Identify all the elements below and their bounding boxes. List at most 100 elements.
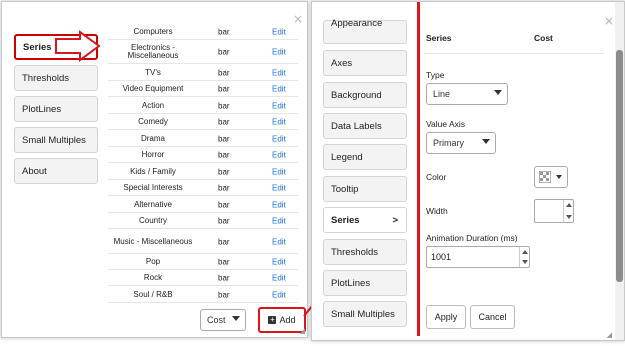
nav-small-multiples[interactable]: Small Multiples [14,127,98,153]
edit-link[interactable]: Edit [272,290,286,299]
nav-background[interactable]: Background [323,82,407,108]
edit-link[interactable]: Edit [272,47,286,56]
scrollbar-thumb[interactable] [616,50,623,282]
checkerboard-icon [539,171,551,183]
series-type: bar [218,150,230,160]
nav-label: Background [331,89,382,101]
series-type: bar [218,216,230,226]
edit-link[interactable]: Edit [272,200,286,209]
nav-data-labels[interactable]: Data Labels [323,113,407,139]
series-name: Alternative [134,199,172,209]
nav-tooltip[interactable]: Tooltip [323,176,407,202]
animation-duration-value: 1001 [431,252,452,262]
value-axis-select[interactable]: Primary [426,132,496,154]
type-select-value: Line [433,89,451,99]
resize-handle-icon[interactable]: ◢ [607,331,612,339]
stepper-arrows[interactable] [519,247,529,267]
chevron-down-icon [232,316,240,321]
cancel-button[interactable]: Cancel [470,305,515,329]
series-name: Kids / Family [130,166,176,176]
measure-select-value: Cost [207,315,226,325]
nav-label: Series [331,214,360,226]
edit-link[interactable]: Edit [272,273,286,282]
nav-label: Tooltip [331,183,359,195]
series-type: bar [218,167,230,177]
edit-link[interactable]: Edit [272,237,286,246]
series-type: bar [218,183,230,193]
stepper-arrows[interactable] [563,200,573,222]
nav-small-multiples[interactable]: Small Multiples [323,301,407,327]
cancel-label: Cancel [478,312,507,322]
chevron-down-icon[interactable] [522,260,528,264]
edit-link[interactable]: Edit [272,150,286,159]
series-type: bar [218,273,230,283]
edit-link[interactable]: Edit [272,134,286,143]
table-row: Video Equipment bar Edit [108,81,298,98]
table-row: Kids / Family bar Edit [108,164,298,181]
series-type: bar [218,68,230,78]
series-name: Computers [133,26,173,36]
table-row: Action bar Edit [108,98,298,115]
add-label: Add [279,315,296,325]
chevron-down-icon [556,175,562,179]
nav-thresholds[interactable]: Thresholds [323,239,407,265]
edit-link[interactable]: Edit [272,27,286,36]
nav-label: Legend [331,151,363,163]
nav-label: About [22,165,47,177]
nav-label: Data Labels [331,120,382,132]
color-picker-button[interactable] [534,166,568,188]
series-type: bar [218,117,230,127]
nav-label: Axes [331,57,353,69]
table-row: Pop bar Edit [108,254,298,271]
table-row: Computers bar Edit [108,24,298,41]
edit-link[interactable]: Edit [272,84,286,93]
nav-appearance[interactable]: Appearance [323,18,407,44]
edit-link[interactable]: Edit [272,257,286,266]
nav-axes[interactable]: Axes [323,50,407,76]
chevron-up-icon[interactable] [566,203,572,207]
chevron-down-icon[interactable] [566,215,572,219]
edit-link[interactable]: Edit [272,68,286,77]
series-type: bar [218,27,230,37]
edit-link[interactable]: Edit [272,183,286,192]
nav-thresholds[interactable]: Thresholds [14,65,98,91]
nav-legend[interactable]: Legend [323,144,407,170]
table-row: Soul / R&B bar Edit [108,287,298,304]
series-name: Action [141,100,165,110]
nav-about[interactable]: About [14,158,98,184]
table-row: Rock bar Edit [108,270,298,287]
type-select[interactable]: Line [426,83,508,105]
edit-link[interactable]: Edit [272,117,286,126]
chevron-up-icon[interactable] [522,250,528,254]
column-header-series: Series [426,33,452,43]
edit-link[interactable]: Edit [272,167,286,176]
edit-link[interactable]: Edit [272,101,286,110]
apply-button[interactable]: Apply [426,305,466,329]
nav-label: Thresholds [22,72,69,84]
table-row: TV's bar Edit [108,65,298,82]
nav-plotlines[interactable]: PlotLines [14,96,98,122]
close-icon[interactable]: × [604,14,614,28]
type-label: Type [426,70,445,80]
width-stepper[interactable] [534,199,574,223]
series-name: Horror [141,149,165,159]
value-axis-label: Value Axis [426,119,466,129]
series-list-dialog: × Series Thresholds PlotLines Small Mult… [1,1,308,338]
nav-plotlines[interactable]: PlotLines [323,270,407,296]
resize-handle-icon[interactable]: ◢ [300,327,305,335]
animation-duration-stepper[interactable]: 1001 [426,246,530,268]
series-name: Video Equipment [122,83,184,93]
vertical-scrollbar[interactable] [615,2,624,340]
measure-select[interactable]: Cost [200,309,246,331]
table-row: Alternative bar Edit [108,197,298,214]
animation-duration-label: Animation Duration (ms) [426,233,518,243]
edit-link[interactable]: Edit [272,216,286,225]
table-row: Special Interests bar Edit [108,180,298,197]
highlight-divider [417,2,420,336]
plus-icon: + [268,315,277,324]
series-type: bar [218,47,230,56]
series-name: TV's [145,67,161,77]
nav-series[interactable]: Series > [323,207,407,233]
table-row: Comedy bar Edit [108,114,298,131]
header-divider [424,53,604,54]
